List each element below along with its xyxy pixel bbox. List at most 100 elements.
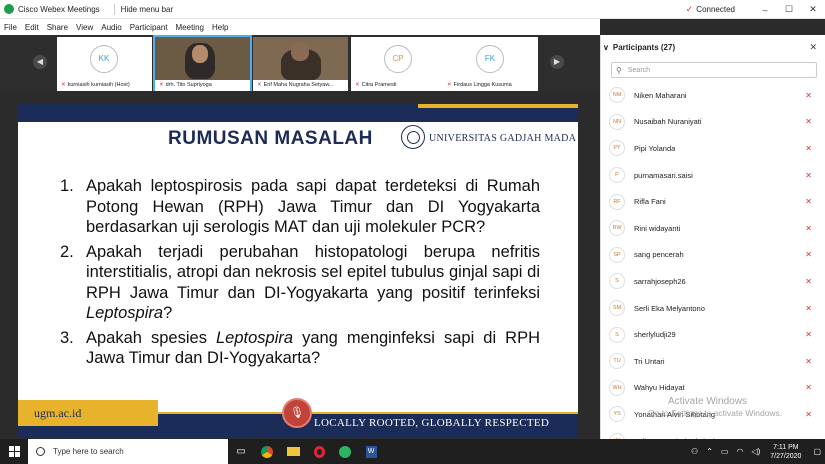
opera-icon[interactable]	[306, 439, 332, 464]
mic-muted-icon[interactable]: ✕	[805, 224, 812, 233]
taskbar-search[interactable]: Type here to search	[28, 439, 228, 464]
collapse-chevron-icon[interactable]: ∨	[603, 43, 609, 52]
item-text-italic: Leptospira	[215, 328, 294, 347]
participant-row[interactable]: SM Serli Eka Melyantono ✕	[601, 295, 825, 322]
participant-row[interactable]: Ssherlyludji29 ✕	[601, 321, 825, 348]
participant-row[interactable]: Ppurnamasari.saisi ✕	[601, 162, 825, 189]
mic-muted-icon: ✕	[447, 82, 452, 88]
mic-muted-icon[interactable]: ✕	[805, 383, 812, 392]
hide-menu-bar-button[interactable]: Hide menu bar	[121, 5, 173, 14]
menu-bar: File Edit Share View Audio Participant M…	[0, 19, 600, 35]
task-view-icon[interactable]: ▭	[228, 439, 254, 464]
slide-gold-line	[158, 412, 578, 414]
taskbar: Type here to search ▭ W ⚇ ⌃ ▭ ◠ ◁) 7:11 …	[0, 439, 825, 464]
participant-name: sherlyludji29	[634, 330, 676, 340]
clock[interactable]: 7:11 PM 7/27/2020	[770, 443, 801, 461]
participant-search[interactable]: ⚲ Search	[611, 62, 817, 78]
word-icon[interactable]: W	[358, 439, 384, 464]
participant-tile[interactable]: CP ✕ Citra Pramesti	[351, 37, 446, 91]
participant-tile-video[interactable]: ✕ Erif Maha Nugraha Setyaw...	[253, 37, 348, 91]
maximize-button[interactable]: ☐	[777, 4, 801, 15]
participant-row[interactable]: PY Pipi Yolanda ✕	[601, 135, 825, 162]
menu-edit[interactable]: Edit	[25, 23, 39, 32]
menu-help[interactable]: Help	[212, 23, 228, 32]
avatar: NN	[609, 113, 625, 130]
clock-date: 7/27/2020	[770, 452, 802, 460]
menu-share[interactable]: Share	[47, 23, 68, 32]
avatar: SM	[609, 300, 625, 317]
mic-muted-icon[interactable]: ✕	[805, 304, 812, 313]
menu-participant[interactable]: Participant	[130, 23, 168, 32]
volume-icon[interactable]: ◁)	[751, 447, 760, 456]
participant-row[interactable]: NM Niken Maharani ✕	[601, 82, 825, 109]
mic-muted-icon[interactable]: ✕	[805, 250, 812, 259]
participant-row[interactable]: Ssarrahjoseph26 ✕	[601, 268, 825, 295]
network-icon[interactable]: ◠	[736, 447, 743, 456]
mic-muted-icon[interactable]: ✕	[805, 117, 812, 126]
panel-header: ∨ Participants (27) ✕	[601, 35, 825, 60]
avatar: NM	[609, 87, 625, 104]
mic-muted-icon[interactable]: ✕	[805, 277, 812, 286]
university-name: UNIVERSITAS GADJAH MADA	[429, 133, 577, 144]
start-button[interactable]	[0, 439, 28, 464]
avatar: RW	[609, 220, 625, 237]
participant-name: purnamasari.saisi	[634, 170, 693, 180]
participant-row[interactable]: RF Rifla Fani ✕	[601, 188, 825, 215]
notification-icon[interactable]: ▢	[813, 447, 821, 456]
participant-tile[interactable]: KK ✕ kurniasih kurniasih (Host)	[57, 37, 152, 91]
item-text-part: Apakah spesies	[86, 328, 216, 347]
video-face	[192, 45, 208, 63]
menu-audio[interactable]: Audio	[101, 23, 121, 32]
battery-icon[interactable]: ▭	[721, 447, 729, 456]
mute-floating-button[interactable]: 🎙	[282, 398, 312, 428]
item-text-part: Apakah terjadi perubahan histopatologi b…	[86, 242, 540, 302]
minimize-button[interactable]: –	[753, 5, 777, 15]
tile-name: ✕ drh. Tito Supriyoga	[155, 80, 250, 91]
video-face	[291, 43, 309, 61]
tile-name-label: kurniasih kurniasih (Host)	[67, 82, 130, 88]
search-icon: ⚲	[616, 65, 622, 75]
tray-chevron-icon[interactable]: ⌃	[706, 447, 713, 456]
mic-muted-icon: 🎙	[290, 407, 304, 419]
mic-muted-icon[interactable]: ✕	[805, 197, 812, 206]
strip-next-arrow-icon[interactable]: ▶	[550, 55, 564, 69]
mic-muted-icon[interactable]: ✕	[805, 410, 812, 419]
webex-taskbar-icon[interactable]	[332, 439, 358, 464]
webex-logo-icon	[4, 4, 14, 14]
participant-name: Wahyu Hidayat	[634, 383, 685, 393]
tile-name-label: Firdaus Lingga Kusuma	[453, 82, 512, 88]
item-text-part: ?	[163, 304, 173, 322]
file-explorer-icon[interactable]	[280, 439, 306, 464]
participant-tile[interactable]: FK ✕ Firdaus Lingga Kusuma	[443, 37, 538, 91]
mic-muted-icon[interactable]: ✕	[805, 357, 812, 366]
strip-prev-arrow-icon[interactable]: ◀	[33, 55, 47, 69]
participant-row[interactable]: NN Nusaibah Nuraniyati ✕	[601, 109, 825, 136]
menu-file[interactable]: File	[4, 23, 17, 32]
menu-meeting[interactable]: Meeting	[176, 23, 204, 32]
mic-muted-icon[interactable]: ✕	[805, 144, 812, 153]
item-number: 3.	[60, 328, 74, 347]
participant-row[interactable]: TU Tri Untari ✕	[601, 348, 825, 375]
list-item: 2. Apakah terjadi perubahan histopatolog…	[60, 242, 540, 324]
menu-view[interactable]: View	[76, 23, 93, 32]
presentation-slide: RUMUSAN MASALAH UNIVERSITAS GADJAH MADA …	[18, 104, 578, 438]
participant-row[interactable]: SP sang pencerah ✕	[601, 242, 825, 269]
mic-muted-icon[interactable]: ✕	[805, 330, 812, 339]
close-button[interactable]: ✕	[801, 4, 825, 15]
panel-close-icon[interactable]: ✕	[809, 42, 817, 53]
participant-tile-video[interactable]: ✕ drh. Tito Supriyoga	[153, 35, 252, 93]
mic-muted-icon[interactable]: ✕	[805, 91, 812, 100]
participant-row[interactable]: RW Rini widayanti ✕	[601, 215, 825, 242]
avatar: RF	[609, 193, 625, 210]
mic-muted-icon[interactable]: ✕	[805, 171, 812, 180]
people-icon[interactable]: ⚇	[691, 447, 698, 456]
connection-status[interactable]: ✓ Connected	[686, 4, 735, 15]
connection-icon: ✓	[685, 4, 694, 14]
avatar: CP	[384, 45, 412, 73]
video-strip: ◀ KK ✕ kurniasih kurniasih (Host) ✕ drh. T…	[0, 35, 600, 93]
participant-name: Serli Eka Melyantono	[634, 303, 705, 313]
activate-windows-subtitle: Go to Settings to activate Windows.	[648, 408, 783, 418]
chrome-icon[interactable]	[254, 439, 280, 464]
participants-panel: ∨ Participants (27) ✕ ⚲ Search NM Niken M…	[600, 35, 825, 450]
participant-name: Niken Maharani	[634, 90, 687, 100]
